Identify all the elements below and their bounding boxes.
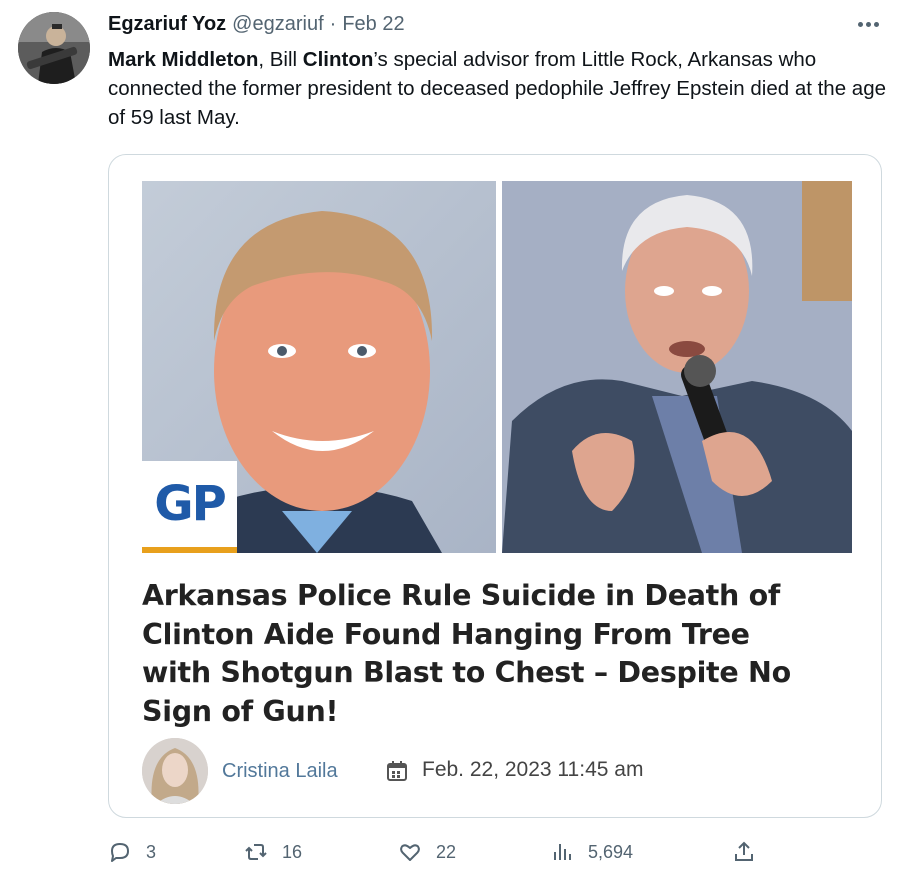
user-avatar[interactable] xyxy=(18,12,90,84)
more-icon[interactable] xyxy=(848,10,888,38)
views-icon xyxy=(554,844,571,860)
tweet-header: Egzariuf Yoz @egzariuf · Feb 22 xyxy=(108,13,405,43)
view-count: 5,694 xyxy=(588,841,634,862)
tweet[interactable]: Egzariuf Yoz @egzariuf · Feb 22 Mark Mid… xyxy=(0,0,900,879)
like-button[interactable]: 22 xyxy=(398,836,456,868)
tweet-actions: 3 16 22 5,694 xyxy=(108,836,868,868)
article-byline: Cristina Laila Feb. 22, 2023 11:45 am xyxy=(142,738,842,804)
retweet-button[interactable]: 16 xyxy=(244,836,302,868)
heart-icon xyxy=(400,844,420,861)
tweet-text: Mark Middleton, Bill Clinton’s special a… xyxy=(108,45,888,132)
article-photo-right xyxy=(502,181,852,553)
author-name[interactable]: Cristina Laila xyxy=(222,760,338,783)
author-avatar xyxy=(142,738,208,804)
tweet-date[interactable]: Feb 22 xyxy=(342,13,404,36)
article-photo-left: GP xyxy=(142,181,496,553)
user-handle[interactable]: @egzariuf xyxy=(232,13,323,36)
share-icon xyxy=(735,841,753,861)
separator-dot: · xyxy=(329,13,337,35)
tweet-text-bold-name: Mark Middleton xyxy=(108,48,259,71)
article-headline[interactable]: Arkansas Police Rule Suicide in Death of… xyxy=(142,577,822,731)
reply-button[interactable]: 3 xyxy=(108,836,156,868)
link-card[interactable]: GP Arkansas Police Rule Suicide in Death… xyxy=(108,154,882,818)
gp-logo: GP xyxy=(142,461,237,553)
share-button[interactable] xyxy=(732,836,756,868)
retweet-icon xyxy=(245,844,267,860)
retweet-count: 16 xyxy=(282,841,303,862)
article-date: Feb. 22, 2023 11:45 am xyxy=(422,758,644,781)
reply-icon xyxy=(111,843,129,862)
views-button[interactable]: 5,694 xyxy=(550,836,633,868)
like-count: 22 xyxy=(436,841,457,862)
tweet-text-part: , Bill xyxy=(258,48,303,71)
tweet-text-bold-clinton: Clinton xyxy=(302,48,374,71)
calendar-icon xyxy=(387,761,407,781)
display-name[interactable]: Egzariuf Yoz xyxy=(108,13,226,36)
reply-count: 3 xyxy=(146,841,157,862)
